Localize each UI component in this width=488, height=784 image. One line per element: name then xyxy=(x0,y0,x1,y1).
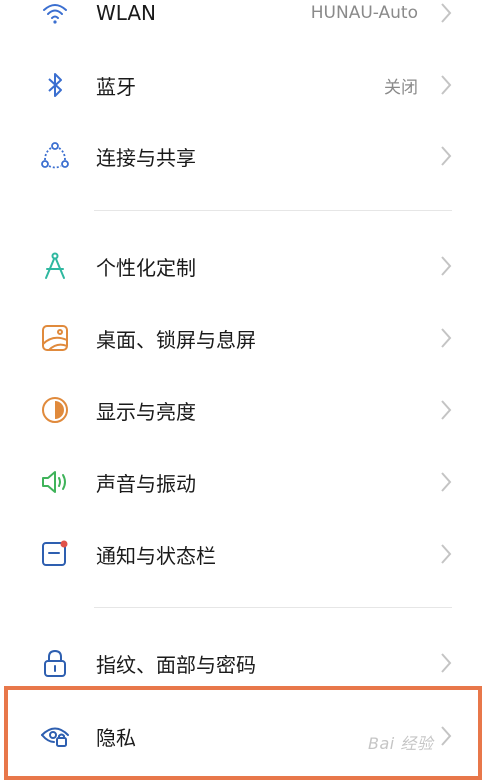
chevron-right-icon xyxy=(440,471,452,493)
settings-item-connection-sharing[interactable]: 连接与共享 xyxy=(0,126,488,186)
notification-icon xyxy=(40,539,70,569)
settings-item-label: 通知与状态栏 xyxy=(96,543,216,568)
chevron-right-icon xyxy=(440,652,452,674)
watermark: Bai 经验 xyxy=(368,734,434,753)
settings-item-bluetooth[interactable]: 蓝牙 关闭 xyxy=(0,55,488,115)
share-connection-icon xyxy=(40,141,70,171)
settings-item-label: 显示与亮度 xyxy=(96,399,196,424)
chevron-right-icon xyxy=(440,543,452,565)
settings-item-desktop-lockscreen[interactable]: 桌面、锁屏与息屏 xyxy=(0,308,488,368)
speaker-icon xyxy=(40,467,70,497)
chevron-right-icon xyxy=(440,145,452,167)
settings-item-label: 个性化定制 xyxy=(96,255,196,280)
settings-item-sound-vibration[interactable]: 声音与振动 xyxy=(0,452,488,512)
settings-item-notifications-statusbar[interactable]: 通知与状态栏 xyxy=(0,524,488,584)
chevron-right-icon xyxy=(440,2,452,24)
settings-item-personalization[interactable]: 个性化定制 xyxy=(0,236,488,296)
wallpaper-icon xyxy=(40,323,70,353)
lock-icon xyxy=(40,648,70,678)
bluetooth-status-value: 关闭 xyxy=(384,77,418,98)
chevron-right-icon xyxy=(440,399,452,421)
chevron-right-icon xyxy=(440,74,452,96)
bluetooth-icon xyxy=(40,70,70,100)
settings-item-label: 指纹、面部与密码 xyxy=(96,652,256,677)
settings-item-label: 桌面、锁屏与息屏 xyxy=(96,327,256,352)
settings-item-label: WLAN xyxy=(96,1,157,25)
compass-personalize-icon xyxy=(40,251,70,281)
chevron-right-icon xyxy=(440,327,452,349)
settings-item-label: 连接与共享 xyxy=(96,145,196,170)
settings-item-label: 蓝牙 xyxy=(96,74,136,99)
section-divider xyxy=(94,607,452,608)
settings-item-wlan[interactable]: WLAN HUNAU-Auto xyxy=(0,0,488,43)
section-divider xyxy=(94,210,452,211)
settings-item-fingerprint-face-password[interactable]: 指纹、面部与密码 xyxy=(0,633,488,693)
settings-item-label: 声音与振动 xyxy=(96,471,196,496)
chevron-right-icon xyxy=(440,255,452,277)
wifi-icon xyxy=(40,0,70,28)
settings-item-display-brightness[interactable]: 显示与亮度 xyxy=(0,380,488,440)
wlan-network-value: HUNAU-Auto xyxy=(310,3,418,23)
brightness-icon xyxy=(40,395,70,425)
